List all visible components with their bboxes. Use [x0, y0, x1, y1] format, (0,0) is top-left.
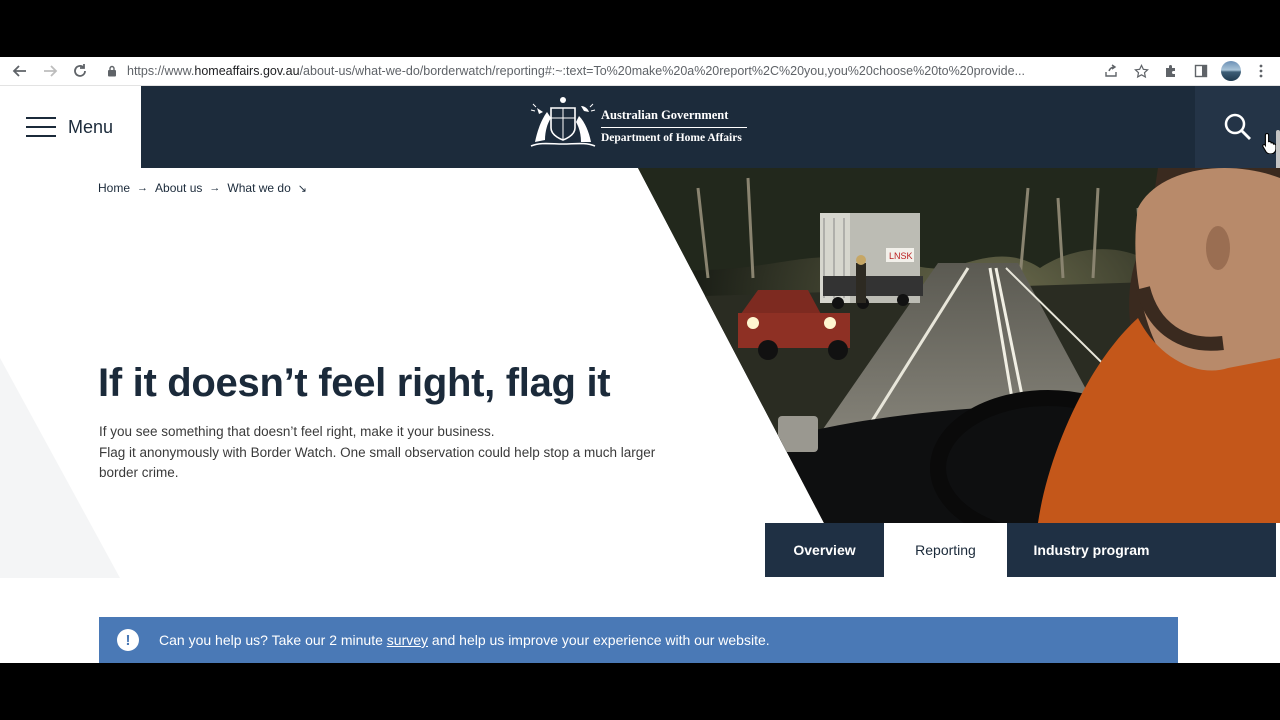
side-panel-icon[interactable] — [1186, 59, 1216, 83]
government-wordmark[interactable]: Australian Government Department of Home… — [601, 108, 747, 144]
video-letterbox-top — [0, 0, 1280, 57]
reload-icon[interactable] — [65, 59, 95, 83]
share-icon[interactable] — [1096, 59, 1126, 83]
gov-name: Australian Government — [601, 108, 747, 128]
hamburger-icon — [26, 117, 56, 137]
coat-of-arms-logo[interactable] — [527, 94, 599, 150]
forward-icon[interactable] — [35, 59, 65, 83]
survey-link[interactable]: survey — [387, 632, 428, 648]
breadcrumb-about-us[interactable]: About us — [155, 181, 202, 195]
department-name: Department of Home Affairs — [601, 132, 742, 144]
arrow-down-right-icon[interactable]: ↘ — [298, 182, 307, 195]
breadcrumb: Home → About us → What we do ↘ — [98, 181, 314, 195]
url-text: https://www.homeaffairs.gov.au/about-us/… — [127, 64, 1026, 78]
hero-photo-night-road-truck: LNSK — [638, 168, 1280, 523]
more-menu-icon[interactable] — [1246, 59, 1276, 83]
survey-message: Can you help us? Take our 2 minute surve… — [159, 632, 770, 648]
survey-banner: ! Can you help us? Take our 2 minute sur… — [99, 617, 1178, 663]
browser-toolbar: https://www.homeaffairs.gov.au/about-us/… — [0, 57, 1280, 86]
alert-info-icon: ! — [117, 629, 139, 651]
video-letterbox-bottom — [0, 663, 1280, 720]
search-button[interactable] — [1195, 86, 1280, 168]
hero-description: If you see something that doesn’t feel r… — [99, 422, 659, 484]
tab-reporting[interactable]: Reporting — [884, 523, 1007, 577]
lock-icon — [105, 64, 119, 78]
webpage: Menu Australian Government Department of… — [0, 86, 1280, 663]
search-icon — [1224, 113, 1251, 140]
hero-line-2: Flag it anonymously with Border Watch. O… — [99, 444, 656, 481]
arrow-right-icon: → — [209, 182, 221, 194]
hero-line-1: If you see something that doesn’t feel r… — [99, 424, 495, 439]
section-tabs: Overview Reporting Industry program — [765, 523, 1276, 577]
extensions-icon[interactable] — [1156, 59, 1186, 83]
breadcrumb-what-we-do[interactable]: What we do — [227, 181, 290, 195]
bookmark-star-icon[interactable] — [1126, 59, 1156, 83]
arrow-right-icon: → — [137, 182, 149, 194]
tabs-filler — [1176, 523, 1276, 577]
profile-avatar[interactable] — [1216, 59, 1246, 83]
back-icon[interactable] — [5, 59, 35, 83]
breadcrumb-home[interactable]: Home — [98, 181, 130, 195]
svg-text:LNSK: LNSK — [889, 251, 913, 261]
page-title: If it doesn’t feel right, flag it — [98, 361, 611, 405]
government-banner: Australian Government Department of Home… — [141, 86, 1195, 168]
menu-button[interactable]: Menu — [0, 86, 141, 168]
tab-overview[interactable]: Overview — [765, 523, 884, 577]
menu-label: Menu — [68, 116, 114, 137]
tab-industry-program[interactable]: Industry program — [1007, 523, 1176, 577]
address-bar[interactable]: https://www.homeaffairs.gov.au/about-us/… — [105, 59, 1096, 83]
